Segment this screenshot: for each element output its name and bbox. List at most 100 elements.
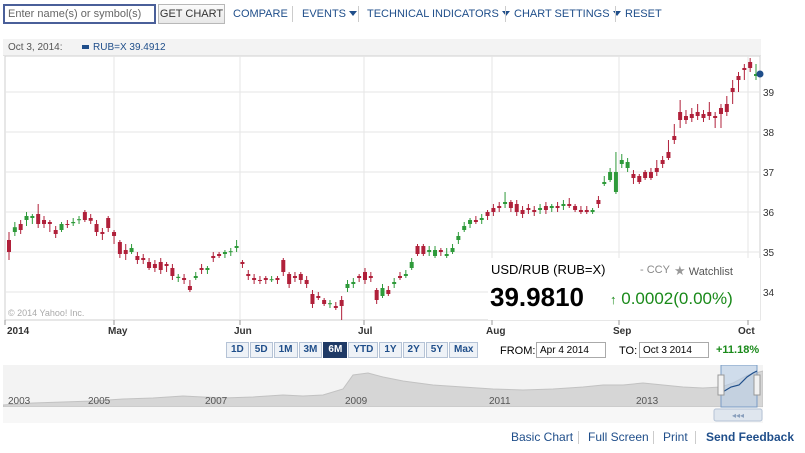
candle-body: [578, 210, 583, 212]
range-button-5y[interactable]: 5Y: [425, 342, 449, 358]
send-feedback-link[interactable]: Send Feedback: [706, 430, 794, 444]
candle-body: [567, 204, 572, 206]
from-date-input[interactable]: [536, 342, 606, 358]
candle-body: [211, 256, 216, 258]
toolbar-divider: [292, 6, 293, 22]
range-button-1y[interactable]: 1Y: [379, 342, 402, 358]
candle-body: [82, 212, 87, 220]
range-selector: 1D 5D 1M 3M 6M YTD 1Y 2Y 5Y Max: [226, 342, 479, 358]
last-price-marker: [756, 70, 764, 78]
range-button-1d[interactable]: 1D: [226, 342, 249, 358]
quote-panel: USD/RUB (RUB=X) - CCY ★ Watchlist 39.981…: [488, 258, 760, 320]
candle-body: [71, 222, 76, 224]
candle-body: [100, 232, 105, 234]
print-link[interactable]: Print: [663, 430, 688, 444]
technical-indicators-menu[interactable]: TECHNICAL INDICATORS: [367, 8, 510, 20]
symbol-input[interactable]: [3, 4, 156, 24]
candle-body: [433, 250, 438, 256]
candle-body: [695, 112, 700, 116]
candle-body: [386, 290, 391, 294]
candle-body: [351, 282, 356, 284]
candle-body: [456, 236, 461, 240]
range-button-ytd[interactable]: YTD: [348, 342, 379, 358]
x-tick-label: Aug: [486, 326, 505, 337]
candle-body: [491, 208, 496, 212]
candle-body: [234, 246, 239, 248]
candle-body: [88, 218, 93, 221]
candle-body: [520, 210, 525, 214]
candle-body: [263, 278, 268, 280]
candle-body: [596, 200, 601, 204]
candle-body: [497, 206, 502, 208]
range-button-6m[interactable]: 6M: [323, 342, 348, 358]
get-chart-button[interactable]: GET CHART: [158, 4, 225, 24]
candle-body: [683, 116, 688, 120]
candle-body: [322, 300, 327, 304]
full-screen-link[interactable]: Full Screen: [588, 430, 649, 444]
candle-body: [742, 68, 747, 70]
candle-body: [30, 216, 35, 218]
navigator-baseline: [3, 407, 763, 423]
toolbar-divider: [505, 6, 506, 22]
navigator-right-handle[interactable]: [753, 374, 761, 396]
events-menu[interactable]: EVENTS: [302, 8, 358, 20]
chart-settings-menu[interactable]: CHART SETTINGS: [514, 8, 621, 20]
candle-body: [187, 286, 192, 290]
candle-body: [654, 168, 659, 172]
candle-body: [398, 276, 403, 278]
candle-body: [666, 152, 671, 158]
from-label: FROM:: [500, 345, 536, 357]
candle-body: [135, 256, 140, 260]
candle-body: [42, 220, 47, 224]
candle-body: [170, 268, 175, 276]
candle-body: [748, 62, 753, 68]
candle-body: [304, 280, 309, 284]
candle-body: [444, 254, 449, 256]
candle-body: [713, 116, 718, 118]
candle-body: [643, 172, 648, 178]
range-navigator[interactable]: 2003 2005 2007 2009 2011 2013 ◂◂◂: [3, 365, 763, 423]
candle-body: [625, 162, 630, 168]
candle-body: [526, 208, 531, 210]
series-legend: RUB=X 39.4912: [93, 42, 166, 53]
candle-body: [473, 220, 478, 222]
range-button-max[interactable]: Max: [449, 342, 479, 358]
candle-body: [450, 248, 455, 252]
range-button-1m[interactable]: 1M: [273, 342, 298, 358]
candle-body: [281, 260, 286, 272]
candle-body: [427, 250, 432, 252]
candle-body: [409, 262, 414, 268]
candle-body: [561, 204, 566, 206]
candle-body: [374, 290, 379, 300]
navigator-year-label: 2009: [345, 396, 368, 407]
candle-body: [53, 230, 58, 234]
quote-price: 39.9810: [490, 282, 584, 312]
navigator-left-handle[interactable]: [717, 374, 725, 396]
to-date-input[interactable]: [639, 342, 709, 358]
candle-body: [468, 220, 473, 224]
candle-body: [316, 296, 321, 298]
chart-settings-label: CHART SETTINGS: [514, 8, 610, 20]
range-button-2y[interactable]: 2Y: [402, 342, 425, 358]
x-tick-label: Sep: [613, 326, 631, 337]
candle-body: [94, 224, 99, 232]
range-button-5d[interactable]: 5D: [249, 342, 273, 358]
arrow-up-icon: ↑: [610, 292, 617, 307]
candle-body: [368, 276, 373, 278]
compare-button[interactable]: COMPARE: [233, 8, 288, 20]
x-tick-label: Oct: [738, 326, 755, 337]
candle-body: [619, 160, 624, 164]
candle-body: [718, 108, 723, 114]
candle-body: [392, 282, 397, 284]
quote-change-value: 0.0002(0.00%): [621, 289, 733, 308]
footer: Basic Chart Full Screen Print Send Feedb…: [0, 426, 805, 448]
range-button-3m[interactable]: 3M: [298, 342, 323, 358]
reset-button[interactable]: RESET: [625, 8, 662, 20]
basic-chart-link[interactable]: Basic Chart: [511, 430, 573, 444]
footer-divider: [653, 431, 654, 444]
watchlist-button[interactable]: ★ Watchlist: [674, 263, 733, 279]
candle-body: [205, 268, 210, 270]
y-tick-label: 39: [763, 88, 775, 99]
x-tick-label: Jul: [358, 326, 373, 337]
candle-body: [555, 206, 560, 208]
